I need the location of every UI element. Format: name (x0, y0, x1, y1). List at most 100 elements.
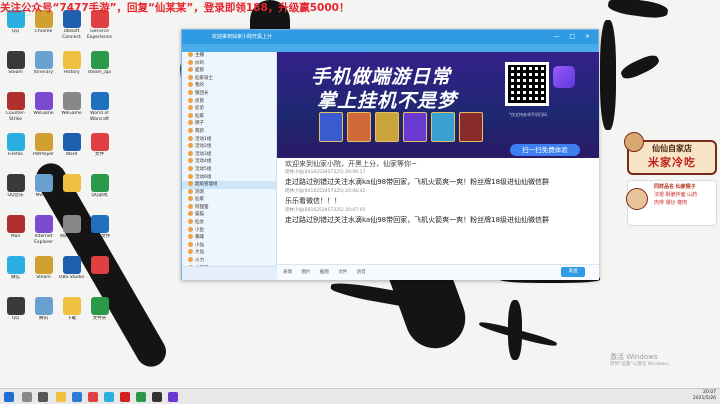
task-view-icon[interactable] (38, 392, 48, 402)
group-list-item[interactable]: 活动1组 (182, 135, 276, 144)
ad-note: *仅支持安卓手机扫码 (509, 112, 547, 117)
group-list-item[interactable]: 火力 (182, 257, 276, 265)
desktop-icon[interactable]: Chrome (30, 10, 57, 41)
start-icon[interactable] (4, 392, 14, 402)
group-list-item[interactable]: 狼团长 (182, 89, 276, 98)
search-icon[interactable] (22, 392, 32, 402)
desktop-icon-label: History (63, 70, 80, 75)
desktop-icon[interactable]: Mail (2, 215, 29, 246)
promo-ad-banner[interactable]: 手机做端游日常 掌上挂机不是梦 *仅支持安卓手机扫码 扫一扫免费体验 (277, 52, 599, 158)
group-list-item[interactable]: 超级管理组 (182, 181, 276, 189)
group-list-item[interactable]: 活动2组 (182, 143, 276, 151)
desktop-icon[interactable]: QQ游戏 (86, 174, 113, 205)
group-list-item[interactable]: 小鱼 (182, 226, 276, 235)
image-tool[interactable]: 图片 (301, 270, 310, 275)
chat-history[interactable]: 欢迎来到仙家小院，开黑上分，仙家等你~ 瑶林小仙(8416253457325) … (277, 158, 599, 264)
window-controls[interactable]: — □ ✕ (553, 30, 594, 44)
desktop-icon[interactable]: Itinerary (30, 51, 57, 82)
app-icon (34, 51, 53, 69)
group-list-item[interactable]: 仙家 (182, 112, 276, 121)
window-toolbar[interactable] (182, 44, 598, 52)
group-list-item[interactable]: 活动6组 (182, 173, 276, 182)
desktop-icon[interactable]: 网易云音乐 (58, 215, 85, 246)
app-icon[interactable] (88, 392, 98, 402)
group-list-item[interactable]: 大仙 (182, 249, 276, 257)
group-list-item[interactable]: 牌子 (182, 120, 276, 128)
desktop-icon[interactable]: Counter-Strike (2, 92, 29, 123)
desktop-icon[interactable]: PotPlayer (30, 133, 57, 164)
desktop-icon[interactable]: WeGame (58, 92, 85, 123)
desktop-icon[interactable]: Ubisoft Connect (58, 10, 85, 41)
desktop-icon[interactable]: Steam (2, 51, 29, 82)
group-list-item[interactable]: 超管 (182, 67, 276, 75)
chat-message: 走过路过别错过关注水滴ka仙98带回家，飞机火箭爽一爽！粉丝牌18级进仙仙微信群 (285, 216, 550, 224)
app-icon[interactable] (136, 392, 146, 402)
group-list-item[interactable]: 萌新 (182, 127, 276, 136)
group-name: 主播 (195, 53, 204, 58)
desktop-icon-label: Internet Explorer (34, 234, 53, 245)
group-list-item[interactable]: 小仙 (182, 241, 276, 250)
panel-footer[interactable] (182, 266, 277, 280)
app-icon[interactable] (168, 392, 178, 402)
desktop-icon[interactable]: OBS Studio (58, 256, 85, 287)
file-tool[interactable]: 文件 (338, 270, 347, 275)
qq-group-window[interactable]: 欢迎来到仙家小院开黑上分 — □ ✕ 主播 炒鸡 超管 仙家骑士 我的 狼团长 房管 徒弟 仙家… (181, 29, 599, 280)
emoji-tool[interactable]: 表情 (283, 270, 292, 275)
group-list-item[interactable]: 暴躁 (182, 234, 276, 242)
hero-card (459, 112, 483, 142)
qq-icon[interactable] (104, 392, 114, 402)
send-button[interactable]: 发送 (561, 267, 585, 277)
group-list-item[interactable]: 阿狸狸 (182, 203, 276, 212)
desktop-icon[interactable]: QQ (2, 10, 29, 41)
avatar (188, 105, 193, 111)
group-name: 房管 (195, 98, 204, 104)
group-list-item[interactable]: 仙女 (182, 219, 276, 227)
group-member-panel[interactable]: 主播 炒鸡 超管 仙家骑士 我的 狼团长 房管 徒弟 仙家 牌子 萌新 活动1组 活动2组 活动3组 活动4… (182, 52, 277, 280)
window-titlebar[interactable]: 欢迎来到仙家小院开黑上分 — □ ✕ (182, 30, 598, 44)
desktop-icon[interactable]: 下载 (58, 297, 85, 328)
group-list-item[interactable]: 房管 (182, 97, 276, 106)
screenshot-tool[interactable]: 截图 (320, 270, 329, 275)
group-list-item[interactable]: 徒弟 (182, 105, 276, 113)
desktop-icon[interactable]: 文件夹 (58, 174, 85, 205)
app-icon (90, 215, 109, 233)
group-list-item[interactable]: 活动5组 (182, 165, 276, 174)
group-list-item[interactable]: 仙家 (182, 196, 276, 204)
desktop-icon[interactable]: World of Warcraft (86, 92, 113, 123)
voice-tool[interactable]: 语音 (357, 270, 366, 275)
desktop-icon[interactable]: Firefox (2, 133, 29, 164)
app-icon[interactable] (152, 392, 162, 402)
desktop-icon[interactable]: QQ音乐 (2, 174, 29, 205)
desktop-icon[interactable]: 微信 (2, 256, 29, 287)
group-name: 仙家 (195, 197, 204, 203)
desktop-icon[interactable]: steam_api (86, 51, 113, 82)
group-list-item[interactable]: 活动3组 (182, 150, 276, 159)
desktop-icon[interactable]: GeForce Experience (86, 10, 113, 41)
desktop-icon[interactable]: Word (58, 133, 85, 164)
explorer-icon[interactable] (56, 392, 66, 402)
desktop-icon[interactable]: 文件夹 (86, 297, 113, 328)
desktop-icon[interactable]: WeGame (30, 92, 57, 123)
system-clock[interactable]: 20:07 2021/5/26 (693, 390, 716, 402)
group-list-item[interactable]: 活动4组 (182, 158, 276, 166)
app-icon[interactable] (72, 392, 82, 402)
group-list-item[interactable]: 仙家骑士 (182, 74, 276, 83)
scan-button[interactable]: 扫一扫免费体验 (510, 144, 580, 156)
desktop-icon[interactable]: History (58, 51, 85, 82)
app-icon (62, 92, 81, 110)
group-list-item[interactable]: 主播 (182, 52, 276, 60)
group-list-item[interactable]: 炒鸡 (182, 59, 276, 68)
desktop-icon[interactable]: mode文件 (86, 215, 113, 246)
chat-toolbar[interactable]: 表情 图片 截图 文件 语音 发送 (277, 264, 599, 280)
desktop-icon[interactable]: Internet Explorer (30, 215, 57, 246)
desktop-icon[interactable]: 腾讯 (30, 297, 57, 328)
group-list-item[interactable]: 洞洞 (182, 188, 276, 197)
desktop-icon[interactable]: Steam (30, 256, 57, 287)
desktop-icon[interactable]: QQ (2, 297, 29, 328)
group-list-item[interactable]: 猫猫 (182, 211, 276, 219)
desktop-icon[interactable]: NVIDIA (30, 174, 57, 205)
desktop-icon[interactable]: 文件 (86, 133, 113, 164)
group-list-item[interactable]: 我的 (182, 82, 276, 90)
app-icon[interactable] (120, 392, 130, 402)
desktop-icon[interactable]: Geany (86, 256, 113, 287)
